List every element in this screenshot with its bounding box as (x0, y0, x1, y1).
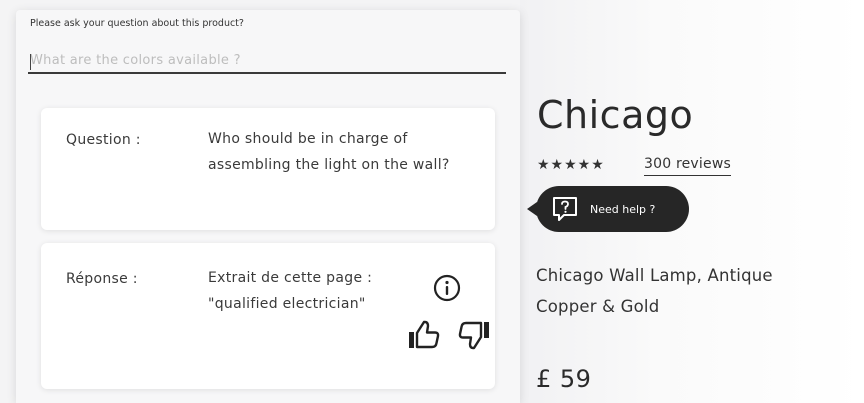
answer-text: Extrait de cette page : "qualified elect… (208, 270, 373, 312)
question-label: Question : (66, 132, 141, 148)
product-description: Chicago Wall Lamp, Antique Copper & Gold (536, 266, 773, 316)
need-help-label: Need help ? (590, 202, 656, 216)
question-text: Who should be in charge of assembling th… (208, 131, 450, 173)
question-prompt-label: Please ask your question about this prod… (30, 18, 244, 29)
reviews-link[interactable]: 300 reviews (644, 156, 731, 176)
question-card: Question : Who should be in charge of as… (41, 108, 495, 230)
answer-card: Réponse : Extrait de cette page : "quali… (41, 243, 495, 389)
question-bubble-icon (553, 197, 577, 221)
question-input[interactable] (28, 48, 506, 74)
text-caret (30, 54, 31, 70)
qa-panel: Please ask your question about this prod… (16, 10, 520, 403)
rating-stars: ★★★★★ (537, 157, 605, 173)
info-icon[interactable] (432, 273, 462, 303)
product-price: £ 59 (536, 365, 592, 393)
need-help-button[interactable]: Need help ? (527, 186, 689, 232)
thumbs-down-icon[interactable] (457, 320, 491, 350)
product-title: Chicago (537, 93, 694, 137)
answer-label: Réponse : (66, 271, 138, 287)
thumbs-up-icon[interactable] (407, 320, 441, 350)
